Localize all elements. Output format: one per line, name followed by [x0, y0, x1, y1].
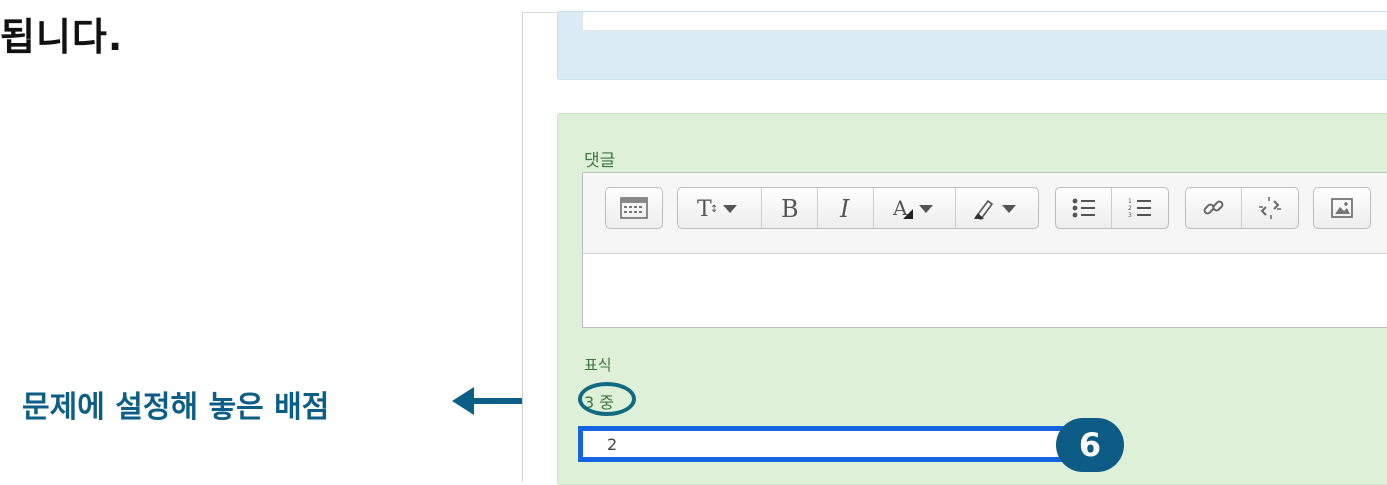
max-grade-highlight — [578, 382, 636, 416]
svg-text:1: 1 — [1128, 198, 1132, 205]
font-color-icon[interactable]: A — [874, 188, 956, 228]
grade-label: 표식 — [584, 356, 612, 374]
show-more-icon[interactable] — [606, 188, 662, 228]
comment-label: 댓글 — [584, 151, 616, 171]
info-panel-content — [582, 12, 1387, 31]
link-icon[interactable] — [1186, 188, 1242, 228]
toolbar-group-collapse — [605, 187, 663, 229]
svg-text:A: A — [892, 196, 908, 220]
image-icon[interactable] — [1314, 188, 1370, 228]
toolbar-group-media — [1313, 187, 1371, 229]
grade-input[interactable] — [578, 426, 1068, 462]
grading-panel: 댓글 T ↕ B I A 1 2 3 표식 3 중 2 — [557, 113, 1387, 485]
step-badge: 6 — [1056, 418, 1124, 472]
comment-editor[interactable]: T ↕ B I A 1 2 3 — [582, 172, 1387, 328]
background-color-icon[interactable] — [956, 188, 1038, 228]
svg-text:2: 2 — [1128, 205, 1132, 212]
editor-toolbar: T ↕ B I A 1 2 3 — [583, 173, 1387, 254]
editor-content-area[interactable] — [583, 254, 1387, 327]
svg-text:3: 3 — [1128, 212, 1132, 219]
svg-text:B: B — [781, 195, 799, 221]
bold-icon[interactable]: B — [762, 188, 818, 228]
info-panel — [557, 11, 1387, 80]
callout-label: 문제에 설정해 놓은 배점 — [22, 390, 330, 425]
toolbar-group-list: 123 — [1055, 187, 1169, 229]
svg-text:↕: ↕ — [710, 204, 718, 215]
page-heading-fragment: 됩니다. — [0, 15, 124, 59]
paragraph-style-icon[interactable]: T ↕ — [678, 188, 762, 228]
italic-icon[interactable]: I — [818, 188, 874, 228]
svg-text:I: I — [839, 195, 850, 221]
form-screenshot: 댓글 T ↕ B I A 1 2 3 표식 3 중 2 — [522, 11, 1387, 485]
ordered-list-icon[interactable]: 123 — [1112, 188, 1168, 228]
unlink-icon[interactable] — [1242, 188, 1298, 228]
unordered-list-icon[interactable] — [1056, 188, 1112, 228]
toolbar-group-style: T ↕ B I A — [677, 187, 1039, 229]
toolbar-group-link — [1185, 187, 1299, 229]
